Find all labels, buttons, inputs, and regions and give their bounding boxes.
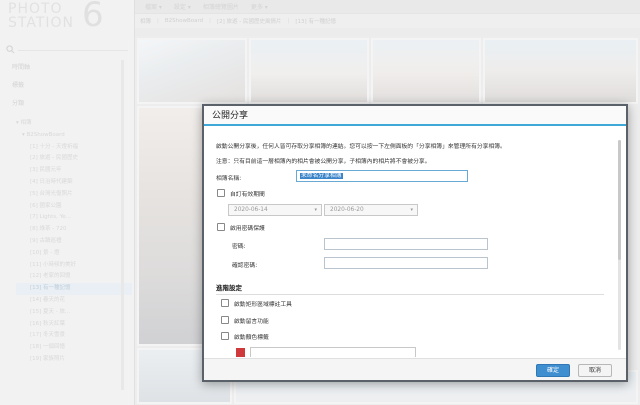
region-tag-label: 啟動矩形區域標註工具: [234, 302, 292, 308]
custom-validity-checkbox[interactable]: [217, 189, 225, 197]
password-protect-label: 啟用密碼保護: [230, 226, 265, 232]
password-input[interactable]: [324, 238, 488, 250]
color-tag-label: 啟動顏色標籤: [234, 335, 269, 341]
comment-checkbox[interactable]: [221, 316, 229, 324]
start-date-picker[interactable]: 2020-06-14 ▾: [228, 204, 322, 216]
color-tag-checkbox[interactable]: [221, 332, 229, 340]
comment-label: 啟動留言功能: [234, 319, 269, 325]
region-tag-checkbox[interactable]: [221, 299, 229, 307]
color-tag-name-input[interactable]: [250, 347, 416, 357]
public-share-dialog: 公開分享 啟動公開分享後，任何人皆可存取分享相簿的連結。您可以按一下左側面板的「…: [202, 104, 628, 382]
end-date-value: 2020-06-20: [330, 207, 364, 213]
password-protect-checkbox[interactable]: [217, 223, 225, 231]
chevron-down-icon: ▾: [314, 207, 317, 213]
album-name-value: 未命名分享相簿: [300, 173, 343, 179]
advanced-settings-heading: 進階設定: [216, 284, 242, 292]
confirm-password-input[interactable]: [324, 257, 488, 269]
album-name-label: 相簿名稱:: [216, 176, 242, 182]
album-name-input[interactable]: 未命名分享相簿: [296, 170, 468, 182]
dialog-note-text: 注意：只有目前這一層相簿內的相片會被公開分享，子相簿內的相片將不會被分享。: [216, 159, 431, 165]
dialog-intro-text: 啟動公開分享後，任何人皆可存取分享相簿的連結。您可以按一下左側面板的「分享相簿」…: [216, 144, 506, 150]
cancel-button[interactable]: 取消: [578, 364, 612, 377]
section-divider: [216, 294, 604, 295]
chevron-down-icon: ▾: [410, 207, 413, 213]
custom-validity-label: 自訂有效期間: [230, 192, 265, 198]
dialog-title: 公開分享: [204, 106, 626, 126]
dialog-footer: 確定 取消: [204, 358, 626, 380]
dialog-body: 啟動公開分享後，任何人皆可存取分享相簿的連結。您可以按一下左側面板的「分享相簿」…: [204, 127, 628, 360]
end-date-picker[interactable]: 2020-06-20 ▾: [324, 204, 418, 216]
color-tag-swatch[interactable]: [236, 348, 245, 357]
start-date-value: 2020-06-14: [234, 207, 268, 213]
confirm-password-label: 確認密碼:: [232, 263, 258, 269]
ok-button[interactable]: 確定: [536, 364, 570, 377]
password-label: 密碼:: [232, 244, 246, 250]
